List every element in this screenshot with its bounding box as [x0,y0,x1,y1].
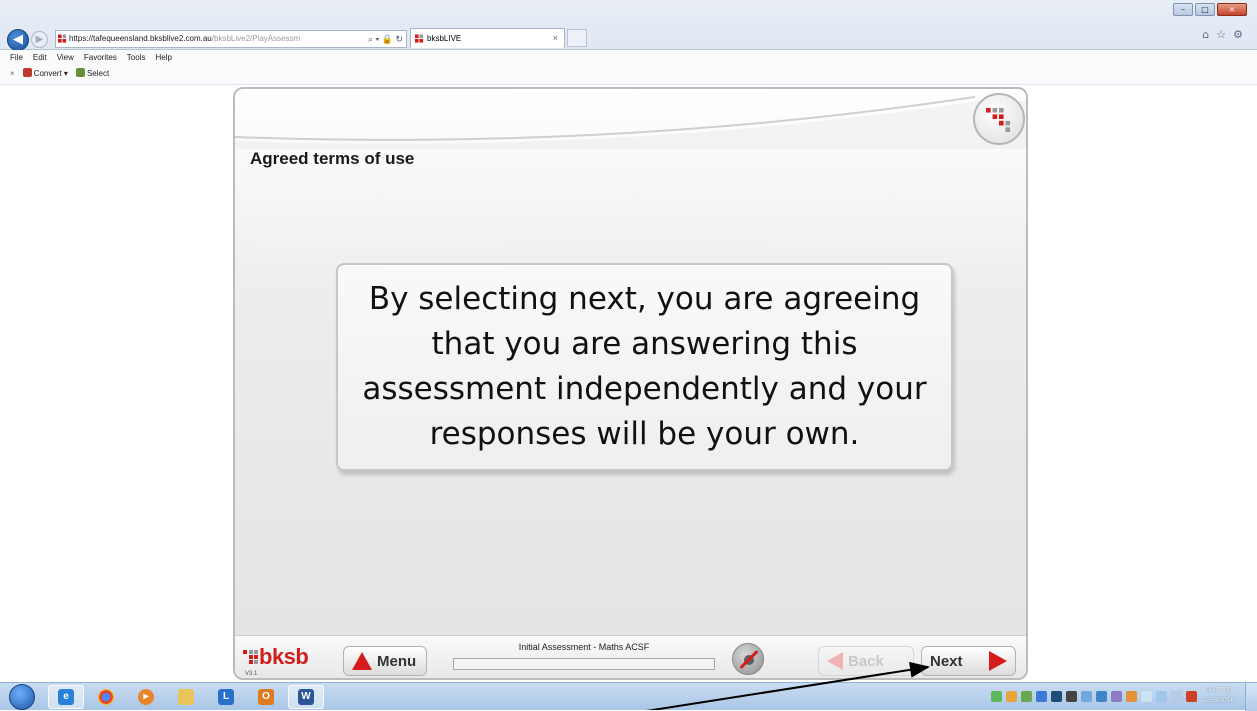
header-wave-decoration [235,96,1026,149]
terms-statement-box: By selecting next, you are agreeing that… [336,263,953,471]
windows-taskbar: e ▸ L O W 3:45 PM 2/03/2016 [0,682,1257,711]
menu-help[interactable]: Help [155,50,171,65]
flag-icon[interactable] [1141,691,1152,702]
menu-triangle-icon [352,652,372,670]
tray-app-icon[interactable] [1066,691,1077,702]
gear-icon[interactable]: ⚙ [1233,28,1243,41]
tray-app-icon[interactable] [1021,691,1032,702]
tray-app-icon[interactable] [1111,691,1122,702]
clock-date: 2/03/2016 [1203,697,1235,704]
section-title: Agreed terms of use [250,149,415,168]
volume-icon[interactable] [1171,691,1182,702]
assessment-player: Agreed terms of use By selecting next, y… [233,87,1028,680]
tab-bksblive[interactable]: bksbLIVE × [410,28,565,48]
new-tab-button[interactable] [567,29,587,47]
menu-file[interactable]: File [10,50,23,65]
menu-bar: File Edit View Favorites Tools Help [0,50,1257,65]
outlook-icon: O [258,689,274,705]
address-bar[interactable]: https://tafequeensland.bksblive2.com.au/… [55,30,407,48]
network-icon[interactable] [1156,691,1167,702]
bksb-logo-icon [986,107,1011,132]
taskbar-clock[interactable]: 3:45 PM 2/03/2016 [1199,686,1239,706]
bksb-logo-badge [973,93,1025,145]
brand-text: bksb [259,644,309,669]
tray-app-icon[interactable] [991,691,1002,702]
back-arrow-icon [827,652,843,670]
bksb-favicon-icon [415,34,424,43]
assessment-title: Initial Assessment - Maths ACSF [518,642,650,652]
browser-toolbar-icons: ⌂ ☆ ⚙ [1202,28,1243,41]
taskbar-outlook[interactable]: O [248,685,284,709]
command-bar-close-icon[interactable]: × [10,65,15,84]
command-bar: × Convert ▾ Select [0,65,1257,85]
favorites-star-icon[interactable]: ☆ [1216,28,1226,41]
tab-title: bksbLIVE [427,34,462,43]
maximize-button[interactable]: □ [1195,3,1215,16]
select-icon [75,68,85,77]
convert-label: Convert [33,69,62,78]
url-path: /bksbLive2/PlayAssessm [211,34,301,43]
system-tray [991,691,1197,702]
tray-app-icon[interactable] [1006,691,1017,702]
lync-icon: L [218,689,234,705]
tray-app-icon[interactable] [1036,691,1047,702]
window-controls: – □ × [1173,3,1247,17]
menu-view[interactable]: View [57,50,74,65]
tray-app-icon[interactable] [1081,691,1092,702]
taskbar-media-player[interactable]: ▸ [128,685,164,709]
convert-icon [22,68,32,77]
tab-close-icon[interactable]: × [553,29,558,48]
menu-edit[interactable]: Edit [33,50,47,65]
bksb-brand-logo: bksb [243,644,309,670]
next-button[interactable]: Next [921,646,1016,676]
select-button[interactable]: Select [75,65,110,84]
menu-button-label: Menu [377,652,417,670]
convert-button[interactable]: Convert ▾ [22,65,68,84]
tray-app-icon[interactable] [1051,691,1062,702]
chrome-icon [98,689,114,705]
taskbar-internet-explorer[interactable]: e [48,685,84,709]
clock-time: 3:45 PM [1205,687,1233,694]
tray-app-icon[interactable] [1096,691,1107,702]
player-bottom-bar: bksb V3.1 Menu Initial Assessment - Math… [235,635,1026,678]
home-icon[interactable]: ⌂ [1202,28,1209,41]
taskbar-file-explorer[interactable] [168,685,204,709]
forward-nav-icon[interactable]: ▶ [31,31,48,48]
bksb-favicon-icon [58,34,67,43]
progress-bar [453,658,715,670]
menu-favorites[interactable]: Favorites [84,50,117,65]
close-window-button[interactable]: × [1217,3,1247,16]
url-host: https://tafequeensland.bksblive2.com.au [69,34,212,43]
mute-slash-icon [739,649,759,670]
tray-app-icon[interactable] [1186,691,1197,702]
select-label: Select [86,69,110,78]
taskbar-chrome[interactable] [88,685,124,709]
bksb-dots-icon [243,650,258,664]
menu-button[interactable]: Menu [343,646,427,676]
next-button-label: Next [930,652,963,670]
next-arrow-icon [989,651,1007,671]
minimize-button[interactable]: – [1173,3,1193,16]
taskbar-word[interactable]: W [288,685,324,709]
back-button-label: Back [848,652,884,670]
taskbar-lync[interactable]: L [208,685,244,709]
windows-start-icon[interactable] [9,684,35,710]
word-icon: W [298,689,314,705]
back-button[interactable]: Back [818,646,914,676]
media-player-icon: ▸ [138,689,154,705]
tray-app-icon[interactable] [1126,691,1137,702]
address-bar-icons[interactable]: ⌕ ▾ 🔒 ↻ [368,31,403,47]
show-desktop-button[interactable] [1245,683,1257,711]
browser-chrome: ◀ ▶ https://tafequeensland.bksblive2.com… [0,0,1257,51]
folder-icon [178,689,194,705]
back-nav-icon[interactable]: ◀ [7,29,29,51]
terms-statement: By selecting next, you are agreeing that… [362,281,927,452]
menu-tools[interactable]: Tools [127,50,146,65]
internet-explorer-icon: e [58,689,74,705]
version-label: V3.1 [245,671,258,677]
audio-off-button[interactable] [732,643,764,675]
